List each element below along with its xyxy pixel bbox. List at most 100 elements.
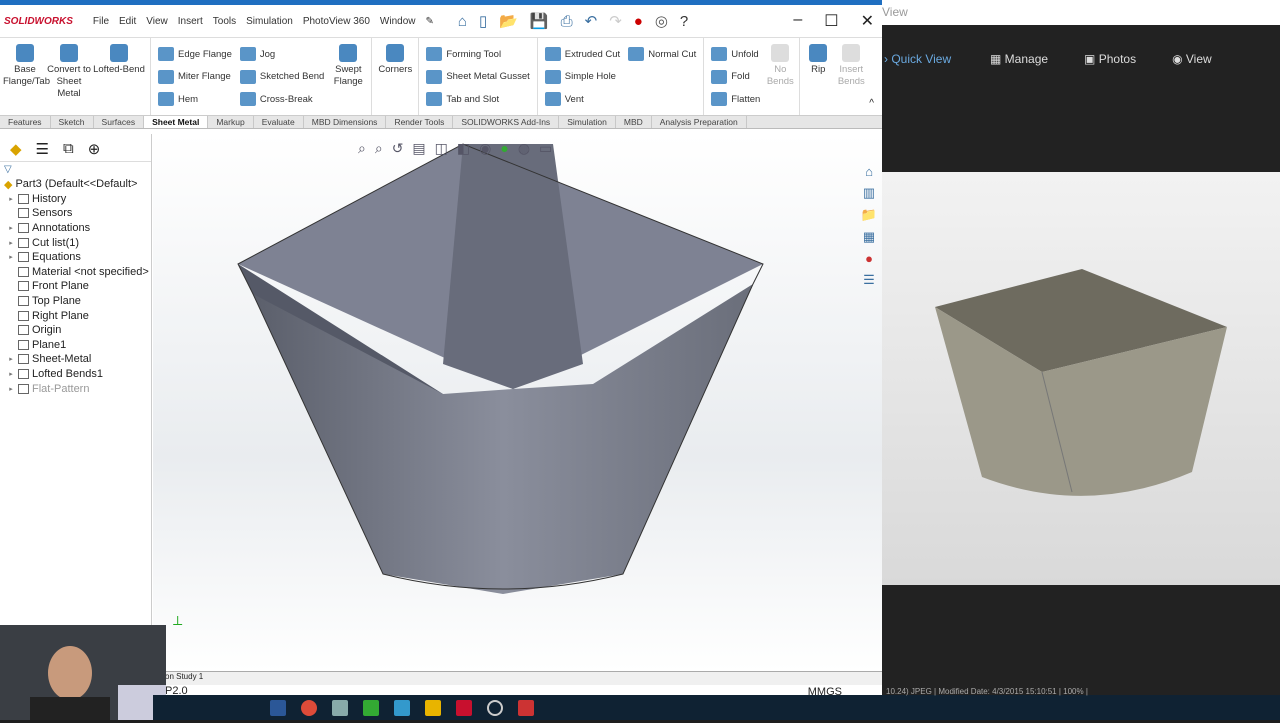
tree-item[interactable]: ▸ Sheet-Metal <box>4 352 151 367</box>
menu-file[interactable]: File <box>93 16 109 27</box>
settings-app-icon[interactable] <box>394 699 410 716</box>
tab-analysis-preparation[interactable]: Analysis Preparation <box>652 116 747 128</box>
expand-arrow-icon[interactable]: ▸ <box>4 370 18 378</box>
expand-arrow-icon[interactable]: ▸ <box>4 355 18 363</box>
tab-mbd-dimensions[interactable]: MBD Dimensions <box>304 116 387 128</box>
tree-item[interactable]: ▸ Flat-Pattern <box>4 381 151 396</box>
previous-view-icon[interactable]: ↺ <box>392 140 404 157</box>
view-palette-icon[interactable]: ▦ <box>858 229 880 245</box>
help-icon[interactable]: ? <box>680 13 688 30</box>
resources-icon[interactable]: ⌂ <box>858 164 880 179</box>
sketched-bend-button[interactable]: Sketched Bend <box>239 67 324 87</box>
solidworks-taskbar-icon[interactable] <box>456 699 472 716</box>
swept-flange-button[interactable]: Swept Flange <box>328 42 368 111</box>
menu-insert[interactable]: Insert <box>178 16 203 27</box>
search-app-icon[interactable] <box>332 699 348 716</box>
design-library-icon[interactable]: ▥ <box>858 185 880 201</box>
rip-button[interactable]: Rip <box>803 42 833 111</box>
no-bends-button[interactable]: No Bends <box>764 42 796 111</box>
save-icon[interactable]: 💾 <box>530 12 549 30</box>
view-settings-icon[interactable]: ▭ <box>539 140 552 157</box>
print-icon[interactable]: ⎙ <box>561 13 573 30</box>
expand-arrow-icon[interactable]: ▸ <box>4 239 18 247</box>
expand-arrow-icon[interactable]: ▸ <box>4 253 18 261</box>
tree-item[interactable]: ▸ Equations <box>4 250 151 265</box>
maximize-button[interactable]: ☐ <box>824 11 838 31</box>
section-view-icon[interactable]: ▤ <box>412 140 425 157</box>
tree-root[interactable]: ◆ Part3 (Default<<Default> <box>4 177 151 192</box>
tab-simulation[interactable]: Simulation <box>559 116 616 128</box>
expand-arrow-icon[interactable]: ▸ <box>4 224 18 232</box>
sheet-metal-gusset-button[interactable]: Sheet Metal Gusset <box>426 67 530 87</box>
simple-hole-button[interactable]: Simple Hole <box>544 67 620 87</box>
edge-flange-button[interactable]: Edge Flange <box>158 44 232 64</box>
menu-view[interactable]: View <box>146 16 168 27</box>
scene-icon[interactable]: ◍ <box>518 140 530 157</box>
display-style-icon[interactable]: ◧ <box>457 140 470 157</box>
expand-arrow-icon[interactable]: ▸ <box>4 385 18 393</box>
tree-item[interactable]: Plane1 <box>4 338 151 353</box>
tree-item[interactable]: Top Plane <box>4 294 151 309</box>
lofted-bend-button[interactable]: Lofted-Bend <box>91 42 147 111</box>
view-orientation-icon[interactable]: ◫ <box>435 140 448 157</box>
tab-evaluate[interactable]: Evaluate <box>254 116 304 128</box>
flatten-button[interactable]: Flatten <box>711 89 760 109</box>
tab-surfaces[interactable]: Surfaces <box>94 116 145 128</box>
nav-photos[interactable]: ▣ Photos <box>1066 52 1154 66</box>
nav-manage[interactable]: ▦ Manage <box>972 52 1066 66</box>
tree-item[interactable]: ▸ Lofted Bends1 <box>4 367 151 382</box>
extruded-cut-button[interactable]: Extruded Cut <box>544 44 620 64</box>
home-icon[interactable]: ⌂ <box>458 13 467 30</box>
menu-window[interactable]: Window <box>380 16 416 27</box>
tab-mbd[interactable]: MBD <box>616 116 652 128</box>
close-button[interactable]: ✕ <box>861 11 874 31</box>
tab-markup[interactable]: Markup <box>208 116 254 128</box>
tab-motion-study[interactable]: on Study 1 <box>165 672 203 681</box>
word-icon[interactable] <box>270 699 286 716</box>
tree-item[interactable]: ▸ Annotations <box>4 221 151 236</box>
custom-properties-icon[interactable]: ☰ <box>858 272 880 288</box>
redo-icon[interactable]: ↷ <box>609 12 622 30</box>
camera-app-icon[interactable] <box>518 699 534 716</box>
tab-features[interactable]: Features <box>0 116 51 128</box>
tab-and-slot-button[interactable]: Tab and Slot <box>426 89 529 109</box>
tree-item[interactable]: Front Plane <box>4 279 151 294</box>
undo-icon[interactable]: ↶ <box>585 12 598 30</box>
menu-photoview[interactable]: PhotoView 360 <box>303 16 370 27</box>
appearances-icon[interactable]: ● <box>858 251 880 266</box>
unfold-button[interactable]: Unfold <box>711 44 760 64</box>
tree-item[interactable]: ▸ History <box>4 192 151 207</box>
tree-item[interactable]: Sensors <box>4 206 151 221</box>
tab-sheet-metal[interactable]: Sheet Metal <box>144 116 209 128</box>
menu-edit[interactable]: Edit <box>119 16 136 27</box>
feature-tree-tab-icon[interactable]: ◆ <box>10 140 22 158</box>
corners-button[interactable]: Corners <box>375 42 415 111</box>
obs-icon[interactable] <box>487 699 503 716</box>
nav-view[interactable]: ◉ View <box>1154 52 1230 66</box>
insert-bends-button[interactable]: Insert Bends <box>833 42 869 111</box>
miter-flange-button[interactable]: Miter Flange <box>158 67 232 87</box>
pin-icon[interactable]: ✎ <box>426 16 434 27</box>
normal-cut-button[interactable]: Normal Cut <box>628 44 696 64</box>
tree-item[interactable]: Origin <box>4 323 151 338</box>
cross-break-button[interactable]: Cross-Break <box>239 89 324 109</box>
vent-button[interactable]: Vent <box>544 89 620 109</box>
hide-show-icon[interactable]: ◉ <box>479 140 491 157</box>
jog-button[interactable]: Jog <box>239 44 324 64</box>
appearance-icon[interactable]: ● <box>500 140 508 157</box>
minimize-button[interactable]: – <box>793 11 802 31</box>
tree-item[interactable]: ▸ Cut list(1) <box>4 235 151 250</box>
user-icon[interactable]: ◎ <box>655 12 668 30</box>
convert-to-sheet-metal-button[interactable]: Convert to Sheet Metal <box>47 42 91 111</box>
new-file-icon[interactable]: ▯ <box>479 12 487 30</box>
collapse-ribbon-icon[interactable]: ^ <box>869 98 874 109</box>
open-icon[interactable]: 📂 <box>499 12 518 30</box>
rebuild-icon[interactable]: ● <box>634 13 643 30</box>
tab-sketch[interactable]: Sketch <box>51 116 94 128</box>
chrome-icon[interactable] <box>301 699 317 716</box>
tree-item[interactable]: Material <not specified> <box>4 265 151 280</box>
configuration-tab-icon[interactable]: ⧉ <box>63 140 74 157</box>
app-icon[interactable] <box>363 699 379 716</box>
zoom-area-icon[interactable]: ⌕ <box>375 140 383 157</box>
graphics-viewport[interactable]: ⌕ ⌕ ↺ ▤ ◫ ◧ ◉ ● ◍ ▭ ⌂ ▥ 📁 ▦ ● ☰ ⟂ <box>153 134 882 671</box>
